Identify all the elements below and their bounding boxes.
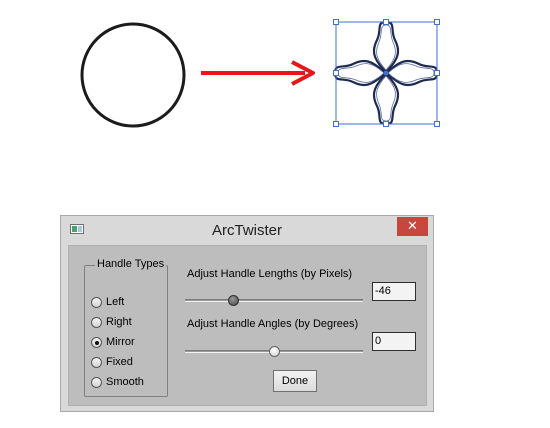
illustration — [80, 19, 440, 128]
handle-types-label: Handle Types — [95, 258, 167, 270]
angle-slider-thumb[interactable] — [269, 346, 280, 357]
radio-button[interactable] — [91, 297, 102, 308]
radio-button[interactable] — [91, 377, 102, 388]
close-button[interactable]: ✕ — [397, 217, 428, 236]
radio-label-mirror: Mirror — [106, 336, 135, 348]
done-button[interactable]: Done — [273, 370, 317, 392]
dialog-body: Handle Types Left Right Mirror Fixed Smo… — [68, 245, 427, 406]
length-label: Adjust Handle Lengths (by Pixels) — [187, 268, 353, 280]
radio-label-smooth: Smooth — [106, 376, 144, 388]
window-title: ArcTwister — [211, 222, 282, 239]
title-bar[interactable]: ArcTwister ✕ — [61, 216, 433, 244]
radio-button[interactable] — [91, 357, 102, 368]
length-slider-thumb[interactable] — [228, 295, 240, 306]
length-slider[interactable] — [185, 295, 363, 306]
radio-label-right: Right — [106, 316, 132, 328]
arctwister-dialog: ArcTwister ✕ Handle Types Left Right Mir… — [60, 215, 434, 412]
original-circle — [80, 22, 186, 128]
angle-slider[interactable] — [185, 346, 363, 357]
angle-value-field[interactable]: 0 — [372, 332, 416, 351]
radio-label-left: Left — [106, 296, 125, 308]
length-value-field[interactable]: -46 — [372, 282, 416, 301]
radio-label-fixed: Fixed — [106, 356, 133, 368]
angle-label: Adjust Handle Angles (by Degrees) — [187, 318, 359, 330]
right-arrow-icon — [201, 60, 315, 86]
selection-bounding-box[interactable] — [333, 19, 440, 127]
handle-types-group: Handle Types Left Right Mirror Fixed Smo… — [84, 258, 168, 397]
radio-button-selected[interactable] — [91, 337, 102, 348]
radio-button[interactable] — [91, 317, 102, 328]
